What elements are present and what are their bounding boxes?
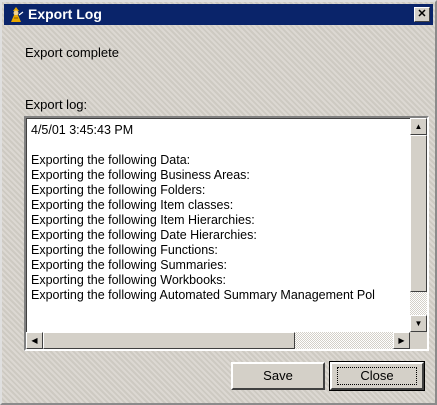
vertical-scroll-thumb[interactable] (410, 135, 427, 292)
log-line: Exporting the following Item Hierarchies… (31, 213, 255, 227)
vertical-scrollbar[interactable]: ▲ ▼ (410, 118, 427, 332)
wizard-icon (11, 7, 24, 22)
log-line: Exporting the following Item classes: (31, 198, 234, 212)
status-text: Export complete (25, 45, 119, 60)
scroll-up-icon[interactable]: ▲ (410, 118, 427, 135)
close-button-label: Close (337, 367, 417, 385)
log-line: Exporting the following Folders: (31, 183, 206, 197)
save-button[interactable]: Save (231, 362, 325, 390)
title-bar[interactable]: Export Log ✕ (4, 4, 433, 25)
export-log-textbox[interactable]: 4/5/01 3:45:43 PM Exporting the following… (24, 116, 429, 351)
horizontal-scrollbar[interactable]: ◀ ▶ (26, 332, 410, 349)
close-icon[interactable]: ✕ (414, 7, 430, 22)
export-log-dialog: Export Log ✕ Export complete Export log:… (0, 0, 437, 405)
scroll-right-icon[interactable]: ▶ (393, 332, 410, 349)
log-content: 4/5/01 3:45:43 PM Exporting the following… (31, 123, 407, 329)
horizontal-scroll-thumb[interactable] (43, 332, 295, 349)
log-line: Exporting the following Workbooks: (31, 273, 227, 287)
close-button[interactable]: Close (329, 361, 425, 391)
scroll-down-icon[interactable]: ▼ (410, 315, 427, 332)
window-title: Export Log (28, 6, 102, 22)
log-line: Exporting the following Business Areas: (31, 168, 250, 182)
log-line: Exporting the following Automated Summar… (31, 288, 375, 302)
log-line: Exporting the following Data: (31, 153, 191, 167)
export-log-label: Export log: (25, 97, 88, 112)
log-line: Exporting the following Date Hierarchies… (31, 228, 257, 242)
log-line: Exporting the following Summaries: (31, 258, 227, 272)
log-line: 4/5/01 3:45:43 PM (31, 123, 134, 137)
scrollbar-corner (410, 332, 427, 349)
log-line: Exporting the following Functions: (31, 243, 218, 257)
scroll-left-icon[interactable]: ◀ (26, 332, 43, 349)
